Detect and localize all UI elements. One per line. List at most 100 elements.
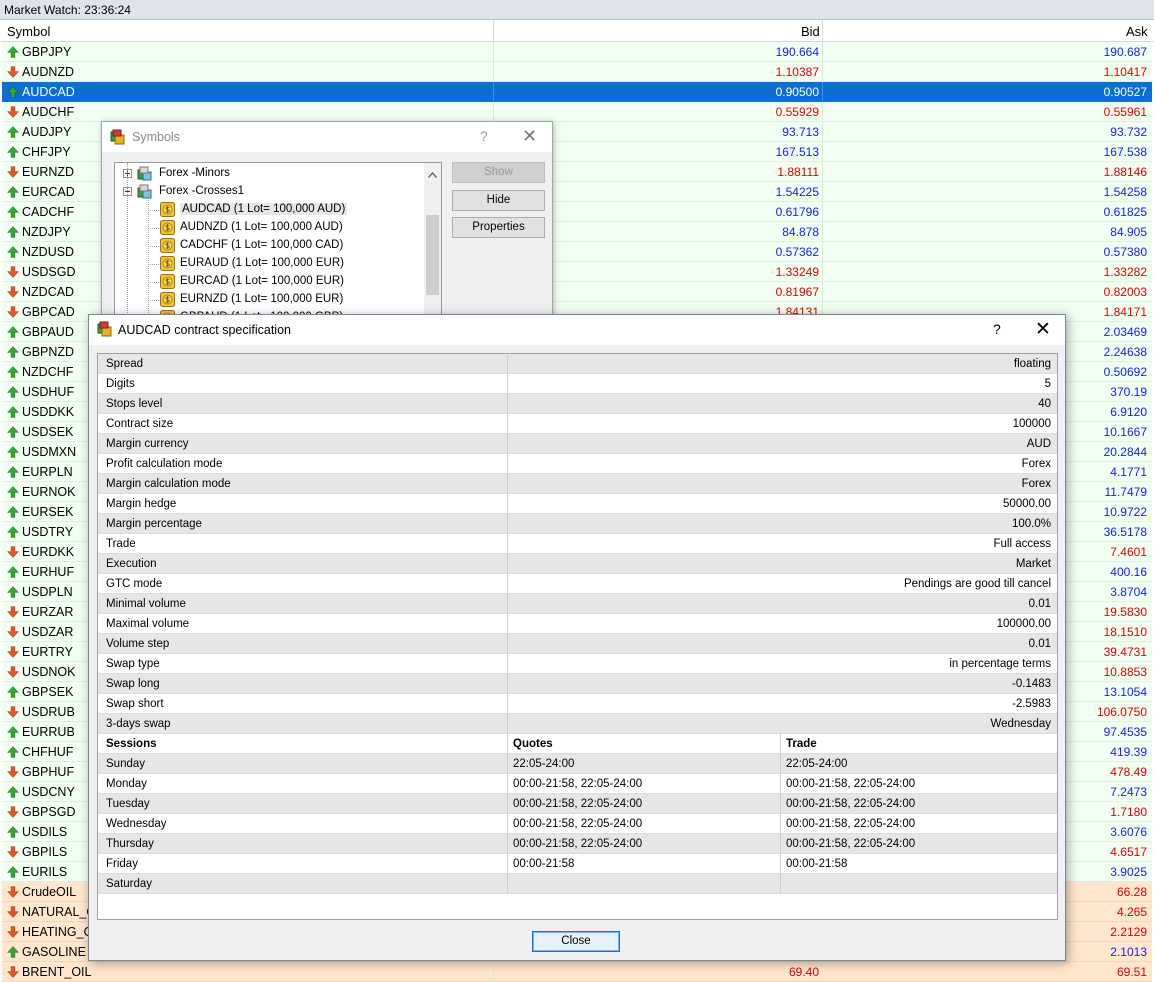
ask-price: 10.9722 <box>1103 505 1147 519</box>
symbols-tree[interactable]: Forex -Minors Forex -Crosses1 AUDCAD (1 Lo… <box>114 162 442 325</box>
market-row-brent_oil[interactable]: BRENT_OIL 69.40 69.51 <box>2 962 1152 982</box>
spec-row: Swap long -0.1483 <box>98 674 1057 694</box>
tree-group-label: Forex -Minors <box>159 167 230 179</box>
ask-price: 167.538 <box>1103 145 1147 159</box>
ask-price: 97.4535 <box>1103 725 1147 739</box>
spec-row: Swap type in percentage terms <box>98 654 1057 674</box>
symbols-dialog-title: Symbols <box>132 130 180 144</box>
ask-price: 4.1771 <box>1110 465 1147 479</box>
spec-param-value: 100000 <box>1012 418 1051 430</box>
sessions-header-row: Sessions Quotes Trade <box>98 734 1057 754</box>
symbols-dialog: Symbols ? ✕ Forex -Minors Forex -Crosses1… <box>101 121 553 326</box>
arrow-up-icon <box>7 46 19 58</box>
ask-price: 0.82003 <box>1103 285 1147 299</box>
session-quotes: 00:00-21:58, 22:05-24:00 <box>513 818 643 830</box>
spec-row: Profit calculation mode Forex <box>98 454 1057 474</box>
session-trade: 00:00-21:58, 22:05-24:00 <box>786 778 916 790</box>
close-icon[interactable]: ✕ <box>1035 318 1051 341</box>
tree-symbol-item[interactable]: EURNZD (1 Lot= 100,000 EUR) <box>115 291 425 309</box>
tree-symbol-item[interactable]: CADCHF (1 Lot= 100,000 CAD) <box>115 237 425 255</box>
symbol-name: USDNOK <box>22 665 76 679</box>
spec-param-name: Margin hedge <box>106 498 177 510</box>
arrow-up-icon <box>7 526 19 538</box>
arrow-up-icon <box>7 486 19 498</box>
help-icon[interactable]: ? <box>993 321 1001 337</box>
spec-param-name: Stops level <box>106 398 163 410</box>
market-row-audcad[interactable]: AUDCAD 0.90500 0.90527 <box>2 82 1152 102</box>
scroll-up-icon[interactable] <box>428 167 437 181</box>
session-day: Tuesday <box>106 798 150 810</box>
symbol-name: AUDCAD <box>22 85 75 99</box>
tree-symbol-item[interactable]: EURCAD (1 Lot= 100,000 EUR) <box>115 273 425 291</box>
spec-param-name: Profit calculation mode <box>106 458 223 470</box>
tree-group-label: Forex -Crosses1 <box>159 185 244 197</box>
spec-row: GTC mode Pendings are good till cancel <box>98 574 1057 594</box>
spec-row: Trade Full access <box>98 534 1057 554</box>
help-icon[interactable]: ? <box>480 128 488 144</box>
tree-symbol-item[interactable]: EURAUD (1 Lot= 100,000 EUR) <box>115 255 425 273</box>
arrow-up-icon <box>7 566 19 578</box>
tree-symbol-label: AUDNZD (1 Lot= 100,000 AUD) <box>180 221 343 233</box>
scrollbar-thumb[interactable] <box>426 215 439 295</box>
ask-price: 3.9025 <box>1110 865 1147 879</box>
ask-price: 2.2129 <box>1110 925 1147 939</box>
market-row-audnzd[interactable]: AUDNZD 1.10387 1.10417 <box>2 62 1152 82</box>
spec-param-name: Swap short <box>106 698 164 710</box>
ask-price: 190.687 <box>1103 45 1147 59</box>
close-button[interactable]: Close <box>532 931 620 952</box>
column-header-symbol[interactable]: Symbol <box>7 20 50 42</box>
ask-price: 18.1510 <box>1103 625 1147 639</box>
tree-symbol-item[interactable]: AUDCAD (1 Lot= 100,000 AUD) <box>115 201 425 219</box>
bid-price: 0.57362 <box>775 245 819 259</box>
spec-param-name: Maximal volume <box>106 618 190 630</box>
symbol-name: USDMXN <box>22 445 77 459</box>
properties-button[interactable]: Properties <box>452 217 545 238</box>
currency-symbol-icon <box>160 202 175 220</box>
session-trade: 00:00-21:58 <box>786 858 848 870</box>
column-header-bid[interactable]: Bid <box>801 20 820 42</box>
symbols-tree-scrollbar[interactable] <box>424 163 441 325</box>
ask-price: 36.5178 <box>1103 525 1147 539</box>
arrow-down-icon <box>7 106 19 118</box>
session-row: Wednesday 00:00-21:58, 22:05-24:00 00:00-2… <box>98 814 1057 834</box>
arrow-up-icon <box>7 866 19 878</box>
symbols-dialog-titlebar[interactable]: Symbols ? ✕ <box>102 122 552 152</box>
symbol-name: USDDKK <box>22 405 75 419</box>
spec-row: Spread floating <box>98 354 1057 374</box>
spec-param-name: Margin currency <box>106 438 189 450</box>
column-header-ask[interactable]: Ask <box>1126 20 1148 42</box>
symbol-name: EURSEK <box>22 505 74 519</box>
tree-group[interactable]: Forex -Crosses1 <box>115 183 425 201</box>
symbol-name: USDZAR <box>22 625 74 639</box>
ask-price: 4.6517 <box>1110 845 1147 859</box>
market-watch-title-text: Market Watch: 23:36:24 <box>4 3 131 17</box>
bid-price: 1.54225 <box>775 185 819 199</box>
close-icon[interactable]: ✕ <box>522 126 537 147</box>
spec-row: Digits 5 <box>98 374 1057 394</box>
symbol-name: AUDCHF <box>22 105 75 119</box>
arrow-down-icon <box>7 666 19 678</box>
spec-param-name: Margin calculation mode <box>106 478 231 490</box>
contract-spec-titlebar[interactable]: AUDCAD contract specification ? ✕ <box>89 315 1065 345</box>
symbol-name: EURHUF <box>22 565 75 579</box>
market-row-audchf[interactable]: AUDCHF 0.55929 0.55961 <box>2 102 1152 122</box>
bid-price: 1.33249 <box>775 265 819 279</box>
hide-button[interactable]: Hide <box>452 190 545 211</box>
contract-spec-dialog: AUDCAD contract specification ? ✕ Spread… <box>88 314 1066 961</box>
show-button[interactable]: Show <box>452 162 545 183</box>
session-row: Tuesday 00:00-21:58, 22:05-24:00 00:00-21:… <box>98 794 1057 814</box>
currency-symbol-icon <box>160 292 175 310</box>
ask-price: 11.7479 <box>1104 485 1148 499</box>
arrow-up-icon <box>7 426 19 438</box>
market-row-gbpjpy[interactable]: GBPJPY 190.664 190.687 <box>2 42 1152 62</box>
tree-group[interactable]: Forex -Minors <box>115 165 425 183</box>
spec-param-name: Swap type <box>106 658 160 670</box>
arrow-up-icon <box>7 686 19 698</box>
ask-price: 66.28 <box>1116 885 1147 899</box>
symbol-name: NZDJPY <box>22 225 71 239</box>
ask-price: 400.16 <box>1110 565 1147 579</box>
spec-param-value: 100000.00 <box>996 618 1051 630</box>
tree-symbol-item[interactable]: AUDNZD (1 Lot= 100,000 AUD) <box>115 219 425 237</box>
spec-row: Execution Market <box>98 554 1057 574</box>
ask-price: 0.55961 <box>1103 105 1147 119</box>
